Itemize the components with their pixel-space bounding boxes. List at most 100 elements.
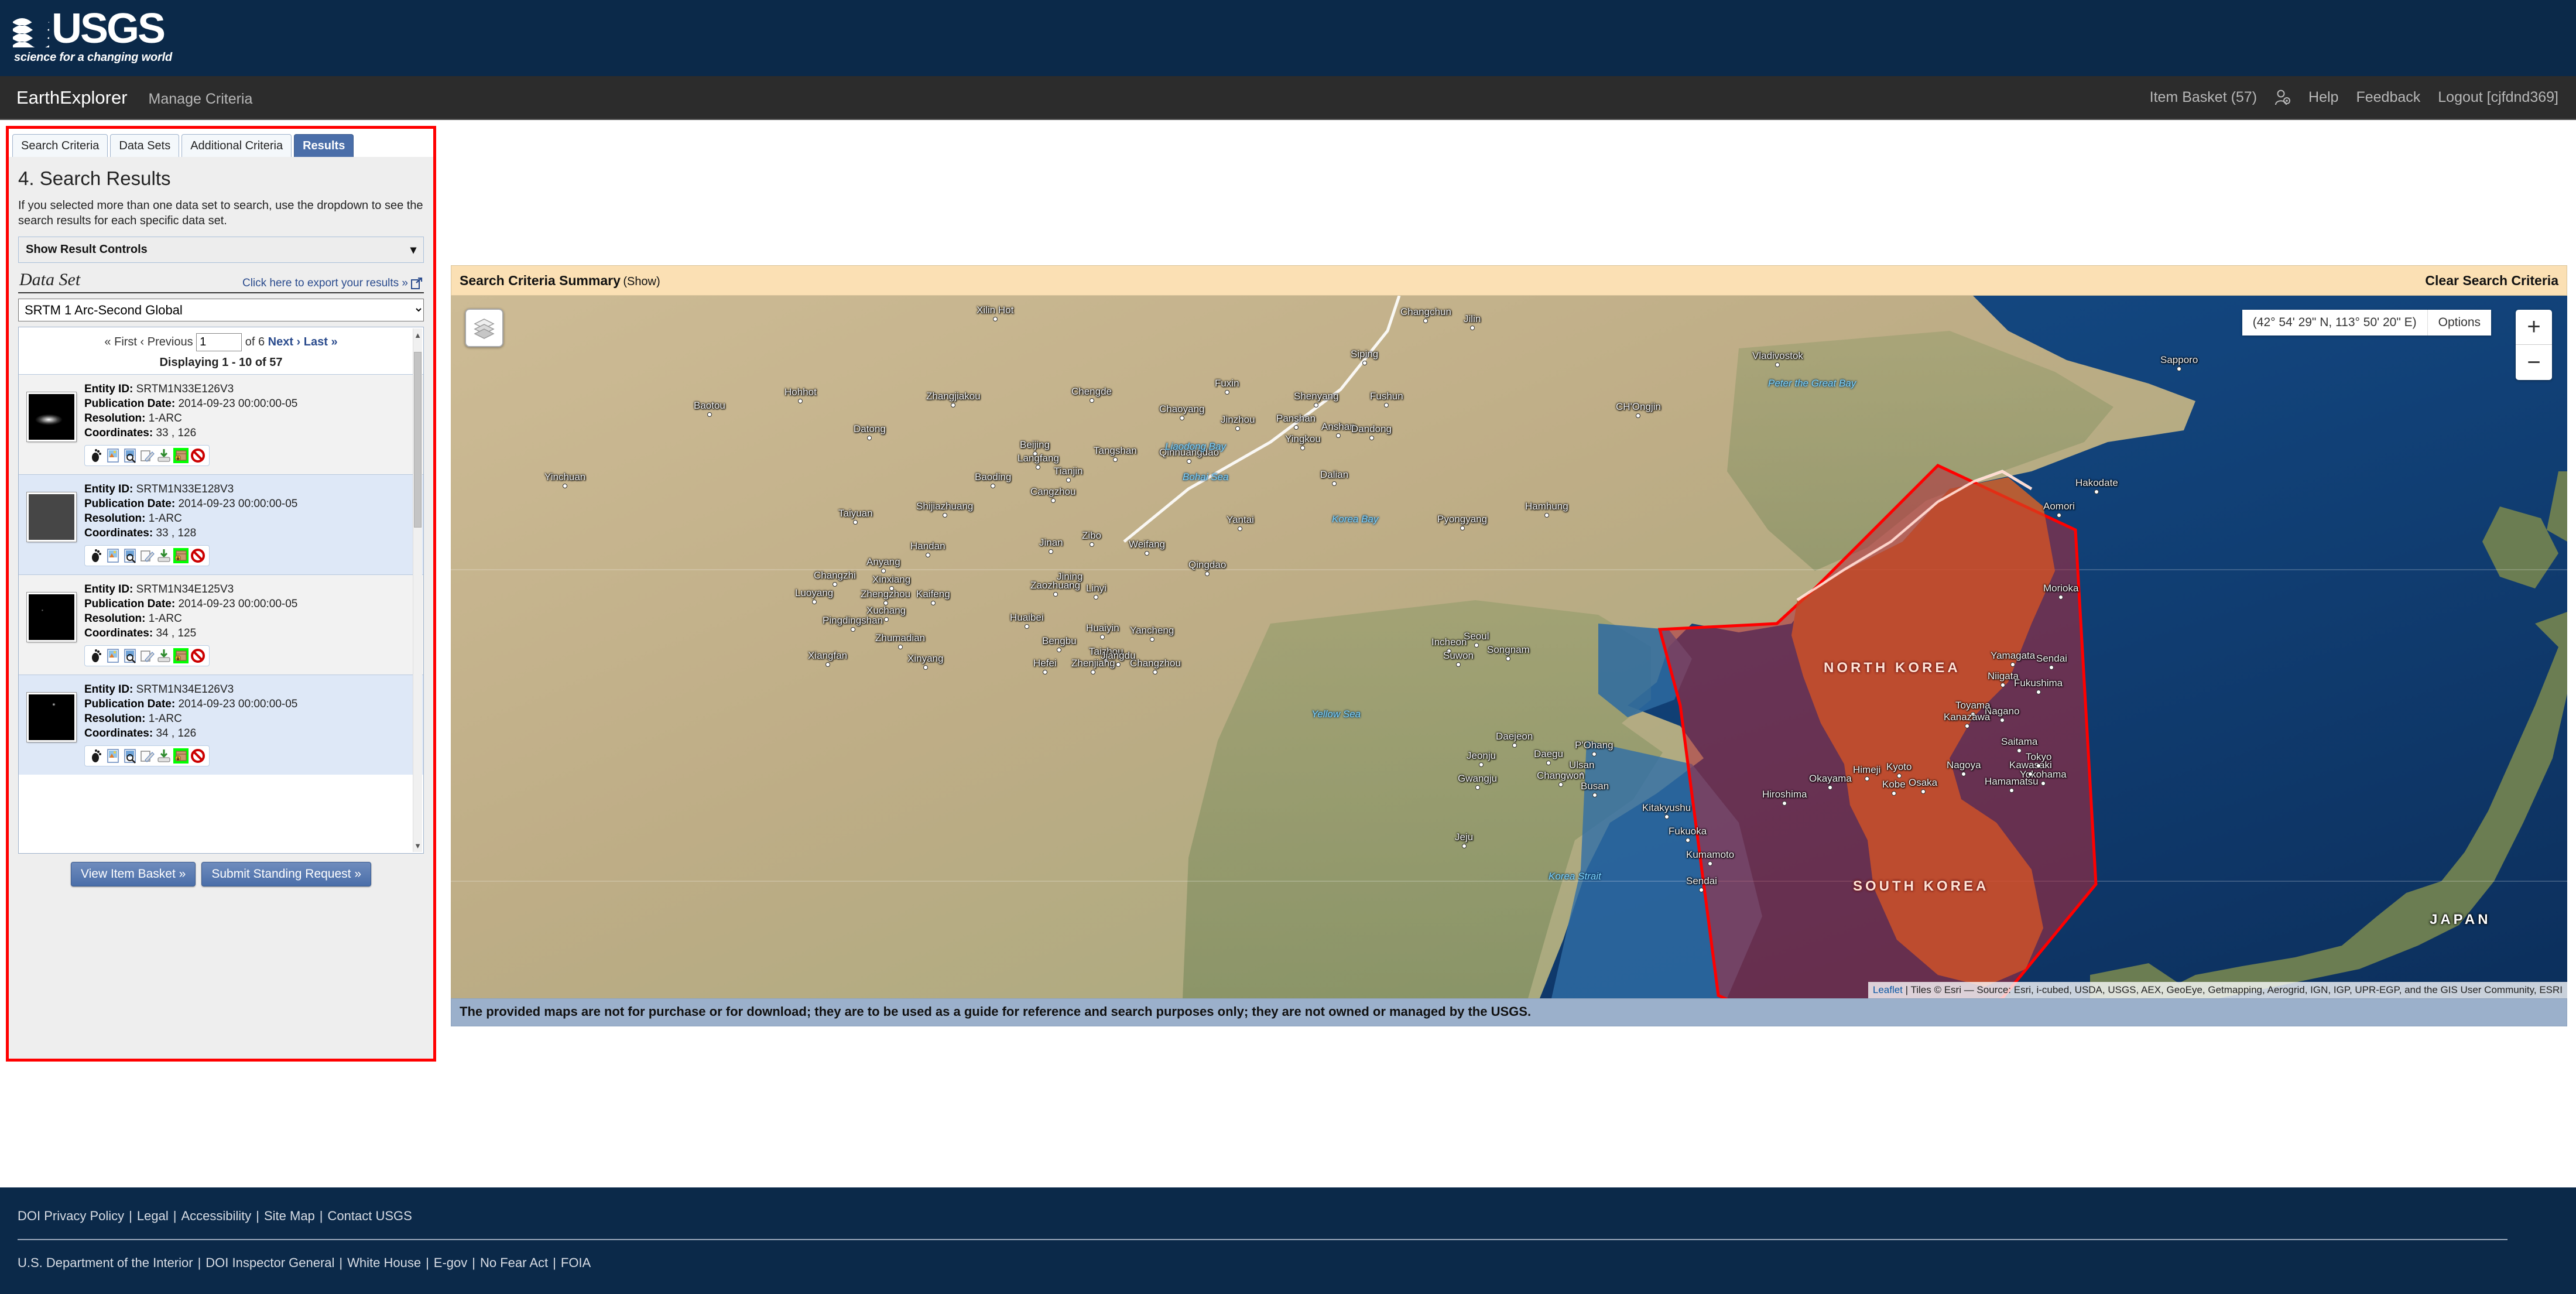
scroll-down-arrow[interactable]: ▼ bbox=[414, 840, 422, 851]
footer-link[interactable]: Legal bbox=[137, 1209, 169, 1223]
footer-link[interactable]: U.S. Department of the Interior bbox=[18, 1255, 193, 1270]
result-metadata: Entity ID: SRTM1N34E125V3 Publication Da… bbox=[84, 582, 297, 667]
scrollbar-thumb[interactable] bbox=[414, 352, 422, 528]
list-item[interactable]: Entity ID: SRTM1N33E128V3 Publication Da… bbox=[19, 474, 423, 574]
results-scrollbar[interactable]: ▲ ▼ bbox=[413, 328, 422, 852]
footprint-icon[interactable] bbox=[88, 748, 104, 764]
usgs-logo[interactable]: USGS science for a changing world bbox=[13, 7, 172, 64]
footer-link[interactable]: No Fear Act bbox=[480, 1255, 548, 1270]
bulk-order-icon[interactable] bbox=[173, 748, 189, 764]
result-thumbnail[interactable] bbox=[26, 492, 77, 542]
export-results-link[interactable]: Click here to export your results » bbox=[242, 277, 423, 290]
results-list-scroll[interactable]: « First ‹ Previous of 6 Next › Last » Di… bbox=[18, 327, 424, 854]
footer-link[interactable]: E-gov bbox=[434, 1255, 467, 1270]
dataset-select[interactable]: SRTM 1 Arc-Second Global bbox=[18, 299, 424, 321]
result-thumbnail[interactable] bbox=[26, 692, 77, 742]
publication-date-value: 2014-09-23 00:00:00-05 bbox=[178, 598, 298, 610]
leaflet-map[interactable]: NORTH KOREA SOUTH KOREA JAPAN Xilin Hot C… bbox=[451, 296, 2567, 998]
footer-link[interactable]: White House bbox=[347, 1255, 421, 1270]
exclude-scene-icon[interactable] bbox=[190, 648, 205, 663]
result-metadata: Entity ID: SRTM1N33E128V3 Publication Da… bbox=[84, 482, 297, 567]
footer-link[interactable]: Contact USGS bbox=[328, 1209, 412, 1223]
tab-additional-criteria[interactable]: Additional Criteria bbox=[181, 134, 292, 157]
search-criteria-summary-bar: Search Criteria Summary (Show) Clear Sea… bbox=[451, 265, 2567, 296]
publication-date-value: 2014-09-23 00:00:00-05 bbox=[178, 498, 298, 510]
clear-search-criteria-link[interactable]: Clear Search Criteria bbox=[2425, 273, 2558, 289]
main-content-area: Search Criteria Data Sets Additional Cri… bbox=[0, 120, 2576, 1115]
download-icon[interactable] bbox=[156, 548, 172, 563]
show-result-controls-toggle[interactable]: Show Result Controls ▾ bbox=[18, 237, 424, 263]
exclude-scene-icon[interactable] bbox=[190, 448, 205, 463]
nav-feedback[interactable]: Feedback bbox=[2356, 89, 2420, 106]
metadata-search-icon[interactable] bbox=[122, 448, 138, 463]
criteria-summary-show-link[interactable]: (Show) bbox=[623, 275, 660, 288]
pager-next[interactable]: Next › bbox=[268, 336, 301, 348]
browse-overlay-icon[interactable] bbox=[105, 448, 121, 463]
footprint-icon[interactable] bbox=[88, 548, 104, 563]
pager-last[interactable]: Last » bbox=[304, 336, 338, 348]
footer-divider bbox=[18, 1239, 2508, 1240]
result-thumbnail[interactable] bbox=[26, 392, 77, 442]
map-options-button[interactable]: Options bbox=[2428, 310, 2491, 336]
nav-item-basket[interactable]: Item Basket (57) bbox=[2150, 89, 2257, 106]
metadata-search-icon[interactable] bbox=[122, 548, 138, 563]
tab-data-sets[interactable]: Data Sets bbox=[110, 134, 180, 157]
exclude-scene-icon[interactable] bbox=[190, 748, 205, 764]
pager-of-label: of 6 bbox=[245, 336, 265, 348]
app-title[interactable]: EarthExplorer bbox=[16, 87, 128, 108]
list-item[interactable]: Entity ID: SRTM1N33E126V3 Publication Da… bbox=[19, 374, 423, 474]
footer-separator: | bbox=[197, 1255, 201, 1270]
dataset-row: Data Set Click here to export your resul… bbox=[18, 263, 424, 293]
coordinates-value: 34 , 125 bbox=[156, 627, 197, 639]
bulk-order-icon[interactable] bbox=[173, 548, 189, 563]
browse-overlay-icon[interactable] bbox=[105, 548, 121, 563]
footprint-icon[interactable] bbox=[88, 448, 104, 463]
footer-link[interactable]: Site Map bbox=[264, 1209, 315, 1223]
layers-icon[interactable] bbox=[465, 309, 503, 347]
zoom-out-button[interactable]: − bbox=[2516, 345, 2552, 380]
footer-link[interactable]: Accessibility bbox=[181, 1209, 251, 1223]
download-icon[interactable] bbox=[156, 448, 172, 463]
bulk-order-icon[interactable] bbox=[173, 448, 189, 463]
nav-right-group: Item Basket (57) Help Feedback Logout [c… bbox=[2150, 89, 2558, 107]
nav-manage-criteria[interactable]: Manage Criteria bbox=[149, 91, 253, 108]
zoom-in-button[interactable]: + bbox=[2516, 310, 2552, 345]
footer-separator: | bbox=[553, 1255, 556, 1270]
nav-help[interactable]: Help bbox=[2308, 89, 2338, 106]
footer-link[interactable]: DOI Privacy Policy bbox=[18, 1209, 124, 1223]
publication-date-label: Publication Date: bbox=[84, 698, 176, 710]
list-item[interactable]: Entity ID: SRTM1N34E125V3 Publication Da… bbox=[19, 574, 423, 675]
result-thumbnail[interactable] bbox=[26, 592, 77, 642]
pager-first[interactable]: « First bbox=[104, 336, 137, 348]
view-item-basket-button[interactable]: View Item Basket » bbox=[70, 862, 196, 886]
list-item[interactable]: Entity ID: SRTM1N34E126V3 Publication Da… bbox=[19, 675, 423, 775]
pager-page-input[interactable] bbox=[196, 333, 242, 351]
leaflet-link[interactable]: Leaflet bbox=[1873, 984, 1903, 995]
scroll-up-arrow[interactable]: ▲ bbox=[414, 330, 422, 340]
tab-search-criteria[interactable]: Search Criteria bbox=[12, 134, 108, 157]
nav-logout[interactable]: Logout [cjfdnd369] bbox=[2438, 89, 2558, 106]
exclude-scene-icon[interactable] bbox=[190, 548, 205, 563]
submit-standing-request-button[interactable]: Submit Standing Request » bbox=[201, 862, 372, 886]
usgs-wordmark-row: USGS bbox=[13, 7, 172, 50]
bulk-order-icon[interactable] bbox=[173, 648, 189, 663]
criteria-summary-group[interactable]: Search Criteria Summary (Show) bbox=[460, 273, 660, 289]
browse-overlay-icon[interactable] bbox=[105, 748, 121, 764]
compare-icon[interactable] bbox=[139, 648, 155, 663]
compare-icon[interactable] bbox=[139, 448, 155, 463]
metadata-search-icon[interactable] bbox=[122, 748, 138, 764]
browse-overlay-icon[interactable] bbox=[105, 648, 121, 663]
tab-results[interactable]: Results bbox=[294, 134, 354, 157]
metadata-search-icon[interactable] bbox=[122, 648, 138, 663]
compare-icon[interactable] bbox=[139, 548, 155, 563]
footer-link[interactable]: FOIA bbox=[561, 1255, 591, 1270]
map-attribution: Leaflet | Tiles © Esri — Source: Esri, i… bbox=[1868, 982, 2567, 998]
footer-link[interactable]: DOI Inspector General bbox=[205, 1255, 334, 1270]
pager-previous[interactable]: ‹ Previous bbox=[141, 336, 193, 348]
download-icon[interactable] bbox=[156, 648, 172, 663]
footprint-icon[interactable] bbox=[88, 648, 104, 663]
download-icon[interactable] bbox=[156, 748, 172, 764]
compare-icon[interactable] bbox=[139, 748, 155, 764]
panel-body: 4. Search Results If you selected more t… bbox=[9, 157, 433, 1059]
person-gear-icon[interactable] bbox=[2274, 89, 2291, 107]
